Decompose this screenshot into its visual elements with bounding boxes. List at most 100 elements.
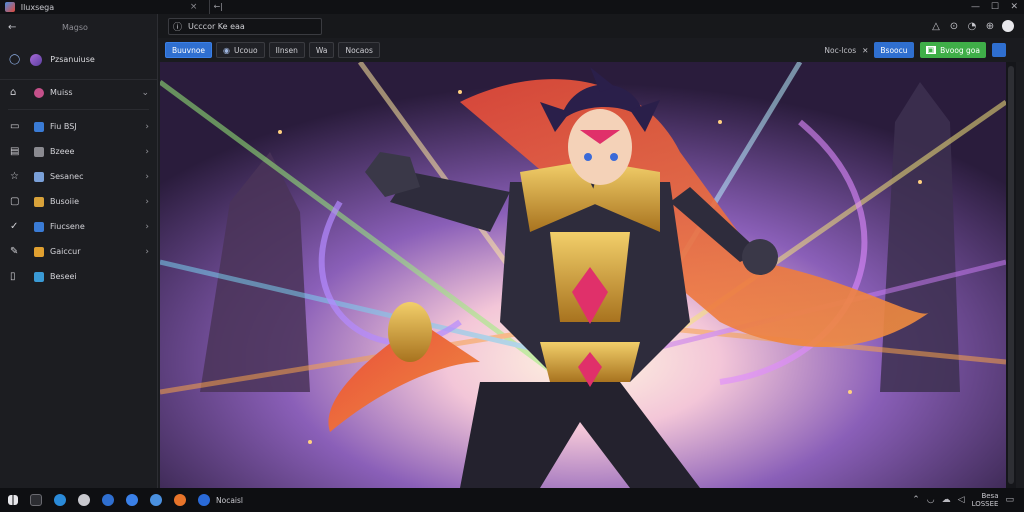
clock-date: LOSSEE [971,500,999,508]
toolbar: ⓘ Ucccor Ke eaa △ ⊙ ◔ ⊕ [158,14,1024,38]
sidebar-item-label: Muiss [50,88,73,97]
divider [8,109,149,110]
chevron-down-icon: ⌄ [141,87,149,98]
sidebar-profile[interactable]: ◯ Pzsanuiuse [0,40,157,80]
sidebar-sub-icon [34,121,44,132]
sidebar-sub-icon [34,246,44,257]
sidebar-item-muiss[interactable]: ⌂ Muiss ⌄ [0,80,157,105]
window-title: Iluxsega [20,2,55,12]
avatar [30,53,43,66]
alert-icon[interactable]: △ [930,21,942,32]
check-icon: ✓ [10,221,19,232]
sidebar-item-beseei[interactable]: ▯ Beseei [0,264,157,289]
button-label: Bvoog goa [940,45,980,55]
pinned-app-label[interactable]: Nocaisl [216,496,243,505]
chevron-right-icon: › [145,146,149,157]
close-window-button[interactable]: ✕ [1005,2,1024,12]
tab-label: Nocaos [345,45,373,55]
clock[interactable]: Besa LOSSEE [972,492,999,508]
filter-label: Noc-lcos [824,45,857,55]
mail-icon[interactable] [126,494,138,506]
target-icon[interactable]: ⊙ [948,21,960,32]
minimize-button[interactable]: — [966,2,985,12]
save-icon[interactable] [992,43,1006,57]
taskbar: Nocaisl ⌃ ◡ ☁ ◁ Besa LOSSEE ▭ [0,488,1024,512]
notification-icon[interactable]: ▭ [1005,495,1014,505]
chevron-right-icon: › [145,121,149,132]
sidebar-item-fiu[interactable]: ▭ Fiu BSJ › [0,114,157,139]
view-tabs-row: Buuvnoe ◉ Ucouo Ilnsen Wa Nocaos Noc-lco… [158,38,1024,62]
chevron-right-icon: › [145,171,149,182]
sidebar-item-busoiie[interactable]: ▢ Busoiie › [0,189,157,214]
tab-wa[interactable]: Wa [308,42,335,58]
file-explorer-icon[interactable] [30,494,42,506]
sidebar-item-label: Bzeee [50,147,75,156]
chevron-up-icon[interactable]: ⌃ [912,495,920,505]
chevron-right-icon: › [145,246,149,257]
tab-label: Wa [315,45,328,55]
cloud-icon[interactable]: ☁ [942,495,951,505]
artwork-canvas[interactable] [160,62,1006,488]
sidebar-sub-icon [34,271,44,282]
address-bar[interactable]: ⓘ Ucccor Ke eaa [168,17,322,35]
tab-nocaos[interactable]: Nocaos [338,42,380,58]
chat-icon: ◯ [9,54,21,65]
clock-time: Besa [981,492,999,500]
tab-label: Buuvnoe [172,45,206,55]
toolbar-right: △ ⊙ ◔ ⊕ [930,20,1014,32]
tab-label: Ucouo [234,45,258,55]
clock-icon[interactable]: ◔ [966,21,978,32]
pen-icon: ✎ [10,246,19,257]
address-tab[interactable]: ←| [209,0,965,14]
app-icon[interactable] [198,494,210,506]
network-icon[interactable]: ◡ [927,495,935,505]
chevron-right-icon: › [145,196,149,207]
settings-icon[interactable] [150,494,162,506]
sidebar-item-gaiccur[interactable]: ✎ Gaiccur › [0,239,157,264]
tab-buuvnoe[interactable]: Buuvnoe [165,42,213,58]
store-icon[interactable] [102,494,114,506]
tab-ilnsen[interactable]: Ilnsen [268,42,305,58]
tab-ucouo[interactable]: ◉ Ucouo [216,42,265,58]
button-label: Bsoocu [880,45,908,55]
tab-close-icon[interactable]: × [188,2,200,12]
folder-icon: ▭ [10,121,20,132]
windows-start-icon[interactable] [8,495,18,505]
home-icon: ⌂ [10,87,17,98]
anime-hero-illustration [160,62,1006,488]
app-logo-icon [5,2,15,12]
edge-icon[interactable] [54,494,66,506]
sidebar-item-label: Busoiie [50,197,79,206]
sidebar-item-label: Gaiccur [50,247,81,256]
filter-icon[interactable]: ✕ [862,46,868,55]
address-label: Ucccor Ke eaa [188,21,245,31]
sidebar-item-label: Sesanec [50,172,84,181]
sidebar-sub-icon [34,87,44,98]
vertical-scrollbar[interactable] [1006,62,1016,488]
volume-icon[interactable]: ◁ [958,495,965,505]
primary-action-button[interactable]: Bsoocu [874,42,914,58]
chrome-icon[interactable] [78,494,90,506]
app-label: Magso [62,22,88,32]
profile-label: Pzsanuiuse [50,55,95,64]
sidebar-sub-icon [34,146,44,157]
sidebar-nav-row: ← Magso [0,14,157,40]
firefox-icon[interactable] [174,494,186,506]
globe-icon: ◉ [223,45,231,55]
scrollbar-thumb[interactable] [1008,66,1014,484]
sidebar-sub-icon [34,196,44,207]
sidebar-item-fiucsene[interactable]: ✓ Fiucsene › [0,214,157,239]
back-icon[interactable]: ← [8,22,22,33]
user-avatar[interactable] [1002,20,1014,32]
maximize-button[interactable]: ☐ [985,2,1004,12]
sidebar-item-label: Beseei [50,272,77,281]
folder-icon: ▢ [10,196,20,207]
add-icon[interactable]: ⊕ [984,21,996,32]
chevron-right-icon: › [145,221,149,232]
sidebar-item-bzeee[interactable]: ▤ Bzeee › [0,139,157,164]
sidebar-item-sesanec[interactable]: ☆ Sesanec › [0,164,157,189]
sidebar-sub-icon [34,171,44,182]
green-action-button[interactable]: ▣ Bvoog goa [919,42,986,58]
doc-icon: ▯ [10,271,16,282]
tab-label: Ilnsen [275,45,298,55]
